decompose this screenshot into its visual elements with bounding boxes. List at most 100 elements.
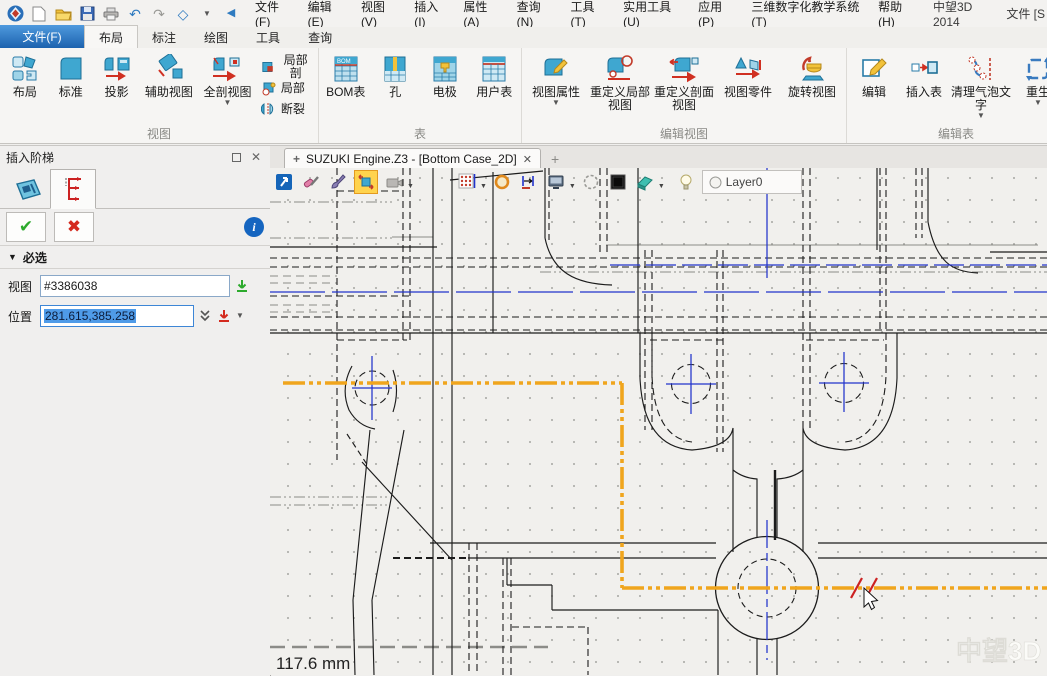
view-part-button[interactable]: 视图零件	[717, 52, 779, 99]
view-field-input[interactable]: #3386038	[40, 275, 230, 297]
rotate-view-icon	[796, 52, 828, 86]
position-field-label: 位置	[4, 308, 36, 325]
menu-help[interactable]: 帮助(H)	[869, 0, 923, 27]
ribbon-tab-inquire[interactable]: 查询	[294, 27, 346, 48]
ribbon-tab-drawing[interactable]: 绘图	[190, 27, 242, 48]
local-view-button[interactable]: 局部	[261, 79, 312, 97]
bulb-icon[interactable]	[675, 171, 697, 193]
print-icon[interactable]	[102, 5, 120, 23]
insert-table-button[interactable]: 插入表	[900, 52, 948, 99]
clean-balloon-text-button[interactable]: 清理气泡文字 ▼	[950, 52, 1012, 120]
redefine-local-view-button[interactable]: 重定义局部视图	[589, 52, 651, 112]
new-file-icon[interactable]	[30, 5, 48, 23]
view-attributes-button[interactable]: 视图属性 ▼	[525, 52, 587, 107]
ribbon-tab-file[interactable]: 文件(F)	[0, 25, 84, 48]
clean-balloon-dropdown-icon[interactable]: ▼	[977, 112, 985, 120]
menu-applications[interactable]: 应用(P)	[689, 0, 742, 27]
insert-step-panel: 插入阶梯 ✕ ✔ ✖ i ▼ 必选 视图 #3386038 位置 281.6	[0, 145, 271, 676]
regenerate-button[interactable]: 重生 ▼	[1014, 52, 1047, 107]
drawing-canvas[interactable]: 117.6 mm 中望3D ▼ ▼	[270, 168, 1047, 675]
undo-icon[interactable]: ↶	[126, 5, 144, 23]
new-tab-button[interactable]: +	[551, 151, 559, 169]
info-button[interactable]: i	[244, 217, 264, 237]
redefine-section-view-icon	[668, 52, 700, 86]
required-section-header[interactable]: ▼ 必选	[0, 246, 270, 269]
drawing-svg[interactable]: 117.6 mm 中望3D	[270, 168, 1047, 675]
display-mode-icon[interactable]	[545, 171, 567, 193]
menu-edit[interactable]: 编辑(E)	[299, 0, 352, 27]
hole-table-button[interactable]: 孔	[372, 52, 420, 99]
position-field-row: 位置 281.615,385.258 ▼	[4, 303, 266, 329]
group-label-view: 视图	[0, 127, 318, 143]
edit-button[interactable]: 编辑	[850, 52, 898, 99]
menu-3d-teaching-system[interactable]: 三维数字化教学系统(T)	[742, 0, 869, 27]
ribbon-tab-annotation[interactable]: 标注	[138, 27, 190, 48]
dimension-constraint-icon[interactable]	[518, 171, 540, 193]
menu-file[interactable]: 文件(F)	[246, 0, 299, 27]
grid-dropdown-icon[interactable]: ▼	[480, 183, 487, 190]
menu-inquire[interactable]: 查询(N)	[508, 0, 562, 27]
grid-snap-icon[interactable]	[456, 171, 478, 193]
collapse-triangle-icon: ▼	[8, 252, 17, 262]
electrode-table-button[interactable]: 电极	[421, 52, 469, 99]
menu-attributes[interactable]: 属性(A)	[454, 0, 507, 27]
bom-table-icon: BOM	[331, 52, 361, 86]
pick-position-button[interactable]	[216, 308, 232, 324]
collapse-left-icon[interactable]: ◀	[222, 5, 240, 23]
layout-button[interactable]: 布局	[3, 52, 47, 99]
camera-icon[interactable]	[383, 171, 405, 193]
circle-snap-icon[interactable]	[491, 171, 513, 193]
expand-options-button[interactable]	[198, 309, 212, 323]
exit-sketch-icon[interactable]	[273, 171, 295, 193]
eraser-dropdown-icon[interactable]: ▼	[658, 183, 665, 190]
dashed-circle-icon[interactable]	[580, 171, 602, 193]
toolbar-options-chevron-icon[interactable]: ▼	[198, 5, 216, 23]
panel-tab-step-line[interactable]	[50, 169, 96, 209]
broken-view-button[interactable]: 断裂	[261, 100, 312, 118]
local-section-button[interactable]: 局部剖	[261, 58, 312, 76]
redefine-section-view-button[interactable]: 重定义剖面视图	[653, 52, 715, 112]
title-bar: ↶ ↷ ◇ ▼ ◀ 文件(F) 编辑(E) 视图(V) 插入(I) 属性(A) …	[0, 0, 1047, 28]
camera-dropdown-icon[interactable]: ▼	[407, 183, 414, 190]
panel-close-icon[interactable]: ✕	[248, 150, 264, 164]
open-file-icon[interactable]	[54, 5, 72, 23]
menu-utilities[interactable]: 实用工具(U)	[614, 0, 689, 27]
menu-view[interactable]: 视图(V)	[352, 0, 405, 27]
regenerate-dropdown-icon[interactable]: ▼	[1034, 99, 1042, 107]
rotate-view-button[interactable]: 旋转视图	[781, 52, 843, 99]
user-table-button[interactable]: 用户表	[471, 52, 519, 99]
redo-icon[interactable]: ↷	[150, 5, 168, 23]
menu-insert[interactable]: 插入(I)	[405, 0, 454, 27]
erase-icon[interactable]	[300, 171, 322, 193]
pick-view-button[interactable]	[234, 278, 250, 294]
swap-view-icon[interactable]	[354, 170, 378, 194]
document-tab-active[interactable]: + SUZUKI Engine.Z3 - [Bottom Case_2D] ✕	[284, 148, 541, 169]
insert-table-icon	[909, 52, 939, 86]
layer-selector[interactable]: Layer0	[702, 170, 802, 194]
position-field-input[interactable]: 281.615,385.258	[40, 305, 194, 327]
panel-restore-icon[interactable]	[228, 150, 244, 164]
ribbon-tab-layout[interactable]: 布局	[84, 25, 138, 48]
quick-access-toolbar: ↶ ↷ ◇ ▼ ◀	[0, 5, 246, 23]
ok-button[interactable]: ✔	[6, 212, 46, 242]
brush-icon[interactable]	[327, 171, 349, 193]
menu-tools[interactable]: 工具(T)	[561, 0, 614, 27]
tab-close-icon[interactable]: ✕	[523, 153, 532, 166]
projection-button[interactable]: 投影	[95, 52, 139, 99]
view-attributes-dropdown-icon[interactable]: ▼	[552, 99, 560, 107]
eraser-3d-icon[interactable]	[634, 171, 656, 193]
navigate-icon[interactable]: ◇	[174, 5, 192, 23]
pick-position-dropdown-icon[interactable]: ▼	[236, 312, 244, 320]
standard-view-button[interactable]: 标准	[49, 52, 93, 99]
full-section-view-button[interactable]: 全剖视图 ▼	[199, 52, 256, 107]
panel-tab-sheet[interactable]	[6, 172, 50, 208]
full-section-view-dropdown-icon[interactable]: ▼	[224, 99, 232, 107]
auxiliary-view-button[interactable]: 辅助视图	[141, 52, 198, 99]
bom-table-button[interactable]: BOM BOM表	[322, 52, 370, 99]
cancel-button[interactable]: ✖	[54, 212, 94, 242]
check-icon: ✔	[19, 217, 33, 237]
display-dropdown-icon[interactable]: ▼	[569, 183, 576, 190]
color-swatch-icon[interactable]	[607, 171, 629, 193]
ribbon-tab-tools[interactable]: 工具	[242, 27, 294, 48]
save-icon[interactable]	[78, 5, 96, 23]
